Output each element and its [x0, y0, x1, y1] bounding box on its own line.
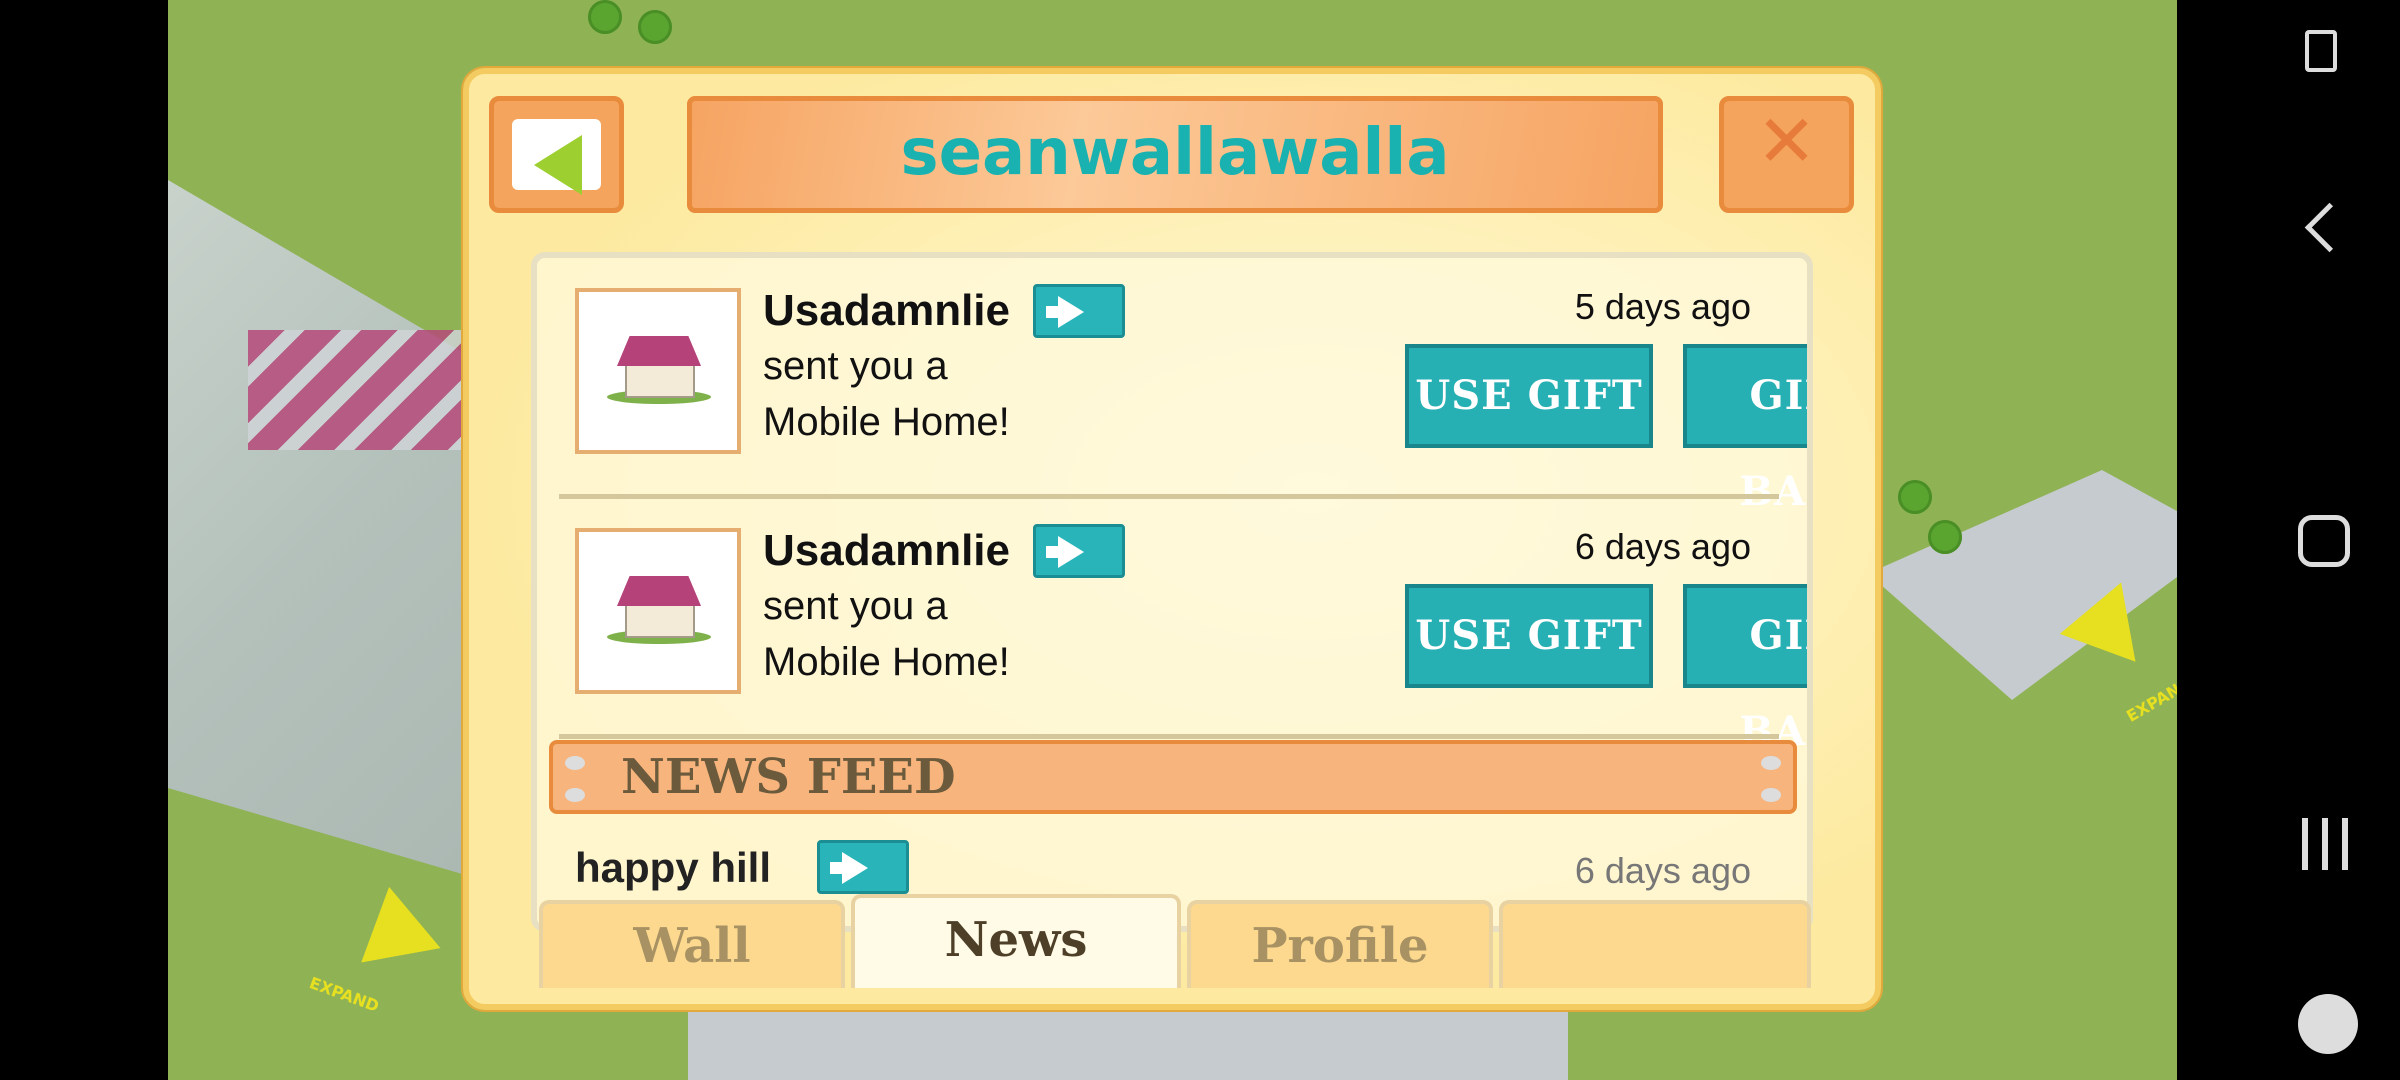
gift-list-panel[interactable]: Usadamnlie sent you a Mobile Home! 5 day… — [531, 252, 1813, 932]
mobile-home-icon — [607, 336, 711, 404]
row-divider — [559, 734, 1779, 739]
gift-message-line-2: Mobile Home! — [763, 400, 1010, 444]
row-divider — [559, 494, 1779, 499]
news-feed-header: NEWS FEED — [549, 740, 1797, 814]
gift-sender-name: Usadamnlie — [763, 286, 1010, 335]
gift-timestamp: 6 days ago — [1574, 526, 1751, 567]
visit-sender-button[interactable] — [1033, 524, 1125, 578]
bolt-icon — [1761, 756, 1781, 770]
expand-label-right: EXPAND — [2123, 673, 2177, 726]
gift-message-line-1: sent you a — [763, 344, 948, 388]
tab-news[interactable]: News — [851, 894, 1181, 988]
screenshot-icon[interactable] — [2305, 30, 2337, 72]
bolt-icon — [565, 788, 585, 802]
expand-label-left: EXPAND — [306, 973, 382, 1016]
use-gift-button[interactable]: USE GIFT — [1405, 584, 1653, 688]
android-nav-bar — [2177, 0, 2400, 1080]
title-bar: seanwallawalla — [687, 96, 1663, 213]
gift-thumbnail — [575, 288, 741, 454]
news-item: happy hill 6 days ago — [559, 840, 1779, 900]
tree — [588, 0, 622, 34]
bolt-icon — [565, 756, 585, 770]
tab-empty[interactable] — [1499, 900, 1811, 988]
expand-arrow-left[interactable] — [335, 886, 441, 994]
tab-bar: Wall News Profile — [539, 894, 1811, 988]
back-button[interactable] — [489, 96, 624, 213]
visit-sender-button[interactable] — [1033, 284, 1125, 338]
close-button[interactable]: ✕ — [1719, 96, 1854, 213]
letterbox-left — [0, 0, 168, 1080]
gift-sender-name: Usadamnlie — [763, 526, 1010, 575]
visit-news-sender-button[interactable] — [817, 840, 909, 894]
tab-profile[interactable]: Profile — [1187, 900, 1493, 988]
news-feed-title: NEWS FEED — [621, 749, 956, 805]
nav-home-icon[interactable] — [2298, 515, 2350, 567]
triangle-left-icon — [534, 135, 582, 195]
friend-dialog: seanwallawalla ✕ Usadamnlie sent you a M… — [463, 68, 1881, 1010]
gift-thumbnail — [575, 528, 741, 694]
gift-timestamp: 5 days ago — [1574, 286, 1751, 327]
news-timestamp: 6 days ago — [1574, 850, 1751, 891]
close-icon: ✕ — [1756, 99, 1817, 183]
tree — [638, 10, 672, 44]
tab-wall[interactable]: Wall — [539, 900, 845, 988]
news-sender-name: happy hill — [575, 844, 772, 891]
gift-row: Usadamnlie sent you a Mobile Home! 6 day… — [559, 510, 1807, 755]
tree — [1928, 520, 1962, 554]
gift-row: Usadamnlie sent you a Mobile Home! 5 day… — [559, 270, 1807, 515]
gift-message-line-1: sent you a — [763, 584, 948, 628]
bolt-icon — [1761, 788, 1781, 802]
page-title: seanwallawalla — [900, 116, 1450, 190]
gift-message-line-2: Mobile Home! — [763, 640, 1010, 684]
game-launcher-icon[interactable] — [2298, 994, 2358, 1054]
gift-back-button[interactable]: GIFT BACK — [1683, 344, 1807, 515]
tree — [1898, 480, 1932, 514]
gift-back-button[interactable]: GIFT BACK — [1683, 584, 1807, 755]
back-button-face — [512, 119, 601, 195]
mobile-home-icon — [607, 576, 711, 644]
houses-left — [248, 330, 468, 450]
nav-recents-icon[interactable] — [2300, 818, 2350, 870]
use-gift-button[interactable]: USE GIFT — [1405, 344, 1653, 448]
